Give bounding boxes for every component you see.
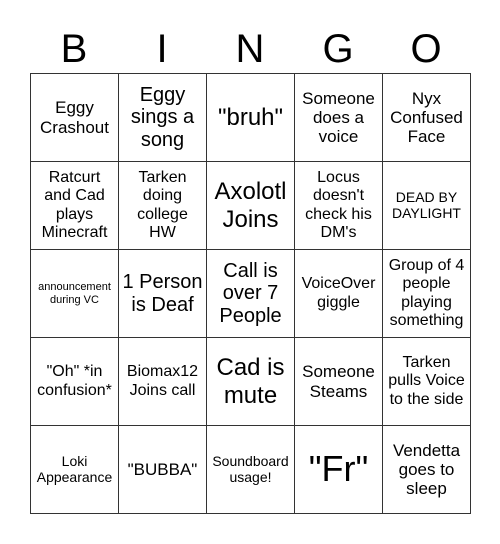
bingo-cell-r4-c4[interactable]: Someone Steams (295, 338, 383, 426)
cell-text: Eggy Crashout (40, 98, 109, 137)
bingo-cell-r3-c3[interactable]: Call is over 7 People (207, 250, 295, 338)
bingo-header: B I N G O (30, 26, 470, 72)
bingo-cell-r1-c5[interactable]: Nyx Confused Face (383, 74, 471, 162)
bingo-cell-r4-c5[interactable]: Tarken pulls Voice to the side (383, 338, 471, 426)
cell-text: "bruh" (217, 103, 284, 131)
bingo-cell-r5-c3[interactable]: Soundboard usage! (207, 426, 295, 514)
cell-text: Ratcurt and Cad plays Minecraft (41, 169, 108, 241)
bingo-cell-r1-c2[interactable]: Eggy sings a song (119, 74, 207, 162)
cell-text: Biomax12 Joins call (126, 363, 199, 399)
bingo-cell-r2-c2[interactable]: Tarken doing college HW (119, 162, 207, 250)
bingo-cell-r5-c4[interactable]: "Fr" (295, 426, 383, 514)
bingo-cell-r4-c2[interactable]: Biomax12 Joins call (119, 338, 207, 426)
header-letter-i: I (156, 27, 168, 71)
cell-text: announcement during VC (38, 281, 111, 306)
bingo-cell-r4-c3[interactable]: Cad is mute (207, 338, 295, 426)
cell-text: Someone Steams (302, 362, 375, 401)
bingo-cell-r5-c5[interactable]: Vendetta goes to sleep (383, 426, 471, 514)
bingo-cell-r3-c2[interactable]: 1 Person is Deaf (119, 250, 207, 338)
cell-text: "BUBBA" (127, 459, 198, 479)
bingo-cell-r1-c4[interactable]: Someone does a voice (295, 74, 383, 162)
bingo-cell-r4-c1[interactable]: "Oh" *in confusion* (31, 338, 119, 426)
cell-text: 1 Person is Deaf (122, 270, 203, 316)
bingo-board: Eggy Crashout Eggy sings a song "bruh" S… (30, 73, 471, 514)
header-letter-n: N (235, 27, 265, 71)
cell-text: VoiceOver giggle (301, 275, 376, 311)
cell-text: Someone does a voice (302, 88, 375, 147)
bingo-cell-r1-c1[interactable]: Eggy Crashout (31, 74, 119, 162)
bingo-cell-r3-c5[interactable]: Group of 4 people playing something (383, 250, 471, 338)
cell-text: "Oh" *in confusion* (37, 363, 112, 399)
cell-text: Eggy sings a song (130, 83, 195, 151)
bingo-cell-r2-c5[interactable]: DEAD BY DAYLIGHT (383, 162, 471, 250)
bingo-cell-r3-c4[interactable]: VoiceOver giggle (295, 250, 383, 338)
header-letter-o: O (410, 27, 442, 71)
cell-text: Group of 4 people playing something (388, 257, 465, 329)
bingo-cell-r5-c1[interactable]: Loki Appearance (31, 426, 119, 514)
cell-text: Soundboard usage! (212, 452, 289, 485)
bingo-cell-r2-c4[interactable]: Locus doesn't check his DM's (295, 162, 383, 250)
cell-text: Tarken doing college HW (137, 169, 188, 241)
cell-text: "Fr" (308, 448, 369, 490)
bingo-cell-r5-c2[interactable]: "BUBBA" (119, 426, 207, 514)
cell-text: Tarken pulls Voice to the side (388, 354, 465, 408)
cell-text: Axolotl Joins (214, 178, 287, 233)
bingo-cell-r2-c3[interactable]: Axolotl Joins (207, 162, 295, 250)
cell-text: Call is over 7 People (219, 259, 282, 327)
header-letter-g: G (322, 27, 354, 71)
cell-text: Cad is mute (216, 354, 285, 409)
bingo-cell-r2-c1[interactable]: Ratcurt and Cad plays Minecraft (31, 162, 119, 250)
cell-text: Loki Appearance (36, 452, 113, 485)
cell-text: Vendetta goes to sleep (392, 440, 461, 499)
cell-text: DEAD BY DAYLIGHT (392, 188, 461, 221)
cell-text: Locus doesn't check his DM's (305, 169, 372, 241)
bingo-cell-r1-c3[interactable]: "bruh" (207, 74, 295, 162)
header-letter-b: B (60, 27, 88, 71)
cell-text: Nyx Confused Face (390, 88, 463, 147)
bingo-cell-r3-c1[interactable]: announcement during VC (31, 250, 119, 338)
